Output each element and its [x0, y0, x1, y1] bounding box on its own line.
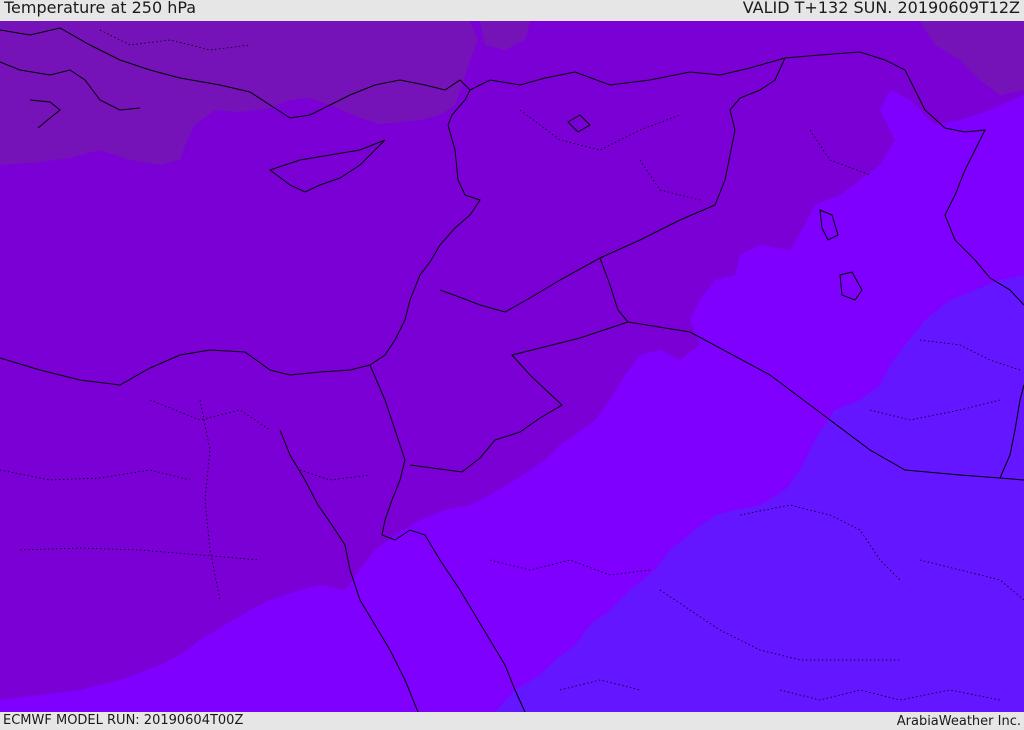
map-title: Temperature at 250 hPa — [4, 0, 197, 17]
temperature-map — [0, 21, 1024, 712]
map-header: Temperature at 250 hPa VALID T+132 SUN. … — [0, 0, 1024, 21]
model-run: ECMWF MODEL RUN: 20190604T00Z — [3, 713, 244, 728]
valid-time: VALID T+132 SUN. 20190609T12Z — [742, 0, 1020, 17]
credit: ArabiaWeather Inc. — [896, 714, 1021, 729]
map-footer: ECMWF MODEL RUN: 20190604T00Z ArabiaWeat… — [0, 712, 1024, 729]
